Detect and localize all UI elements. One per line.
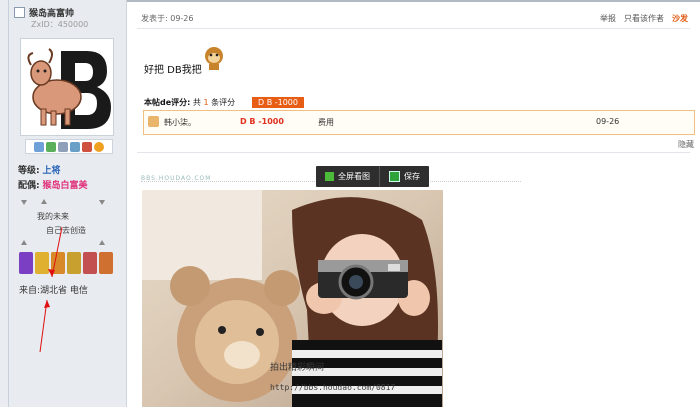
fullscreen-button[interactable]: 全屏看图 (316, 166, 379, 187)
divider (137, 28, 690, 29)
only-author-link[interactable]: 只看该作者 (624, 13, 664, 24)
save-icon (389, 171, 400, 182)
rating-title-mid: 共 (192, 98, 201, 107)
watermark-line: 拍出精彩瞬间 (270, 361, 324, 373)
rating-title: 本帖de评分: 共 1 条评分 (144, 98, 236, 107)
monkey-emoji-icon (205, 47, 223, 70)
post-actions: 举报 只看该作者 沙发 (600, 13, 688, 24)
save-label: 保存 (404, 172, 420, 181)
rating-title-prefix: 本帖de评分 (144, 98, 188, 107)
divider (137, 152, 690, 153)
rating-date: 09-26 (596, 117, 620, 126)
post-time: 发表于: 09-26 (141, 14, 194, 23)
rating-badge: D B -1000 (252, 97, 304, 108)
image-toolbar: 全屏看图 保存 (316, 166, 429, 187)
top-divider (127, 0, 700, 2)
post-photo[interactable]: 拍出精彩瞬间 http://bbs.houdao.com/0817 (142, 190, 443, 407)
save-button[interactable]: 保存 (380, 166, 429, 187)
annotation-arrows (39, 226, 63, 353)
rating-table: 韩小柒。 D B -1000 费用 09-26 (143, 110, 695, 135)
page: 猴岛高富帅 ZxID：450000 等级: 上将 配偶: 猴岛白富美 我的未来 … (0, 0, 700, 407)
fullscreen-label: 全屏看图 (338, 172, 370, 181)
rater-name[interactable]: 韩小柒。 (164, 117, 196, 128)
hide-link[interactable]: 隐藏 (678, 139, 694, 150)
post-content: 发表于: 09-26 举报 只看该作者 沙发 好把 DB我把 本帖de评分: 共… (127, 0, 700, 407)
rating-title-suffix: 条评分 (211, 98, 236, 107)
post-message: 好把 DB我把 (144, 65, 202, 76)
rating-count: 1 (203, 98, 209, 107)
rater-avatar[interactable] (148, 116, 159, 127)
watermark-url: http://bbs.houdao.com/0817 (270, 383, 395, 392)
rating-score: D B -1000 (240, 117, 284, 126)
fullscreen-icon (325, 172, 334, 181)
floor-label: 沙发 (672, 14, 688, 23)
rating-reason: 费用 (318, 118, 334, 127)
report-link[interactable]: 举报 (600, 13, 616, 24)
